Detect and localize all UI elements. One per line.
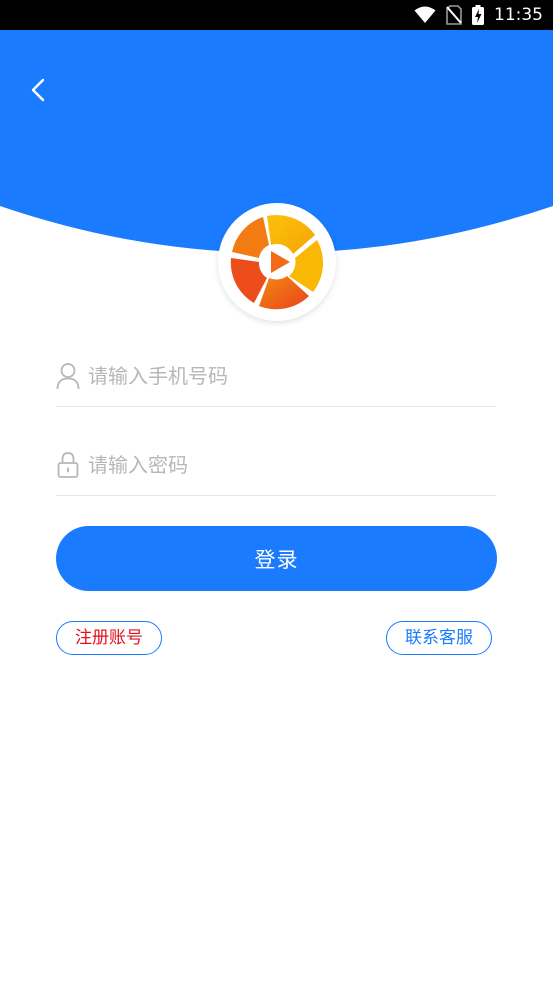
register-account-button[interactable]: 注册账号 bbox=[56, 621, 162, 655]
wifi-icon bbox=[414, 6, 436, 24]
chevron-left-icon bbox=[30, 78, 46, 106]
user-icon bbox=[56, 362, 80, 390]
app-logo bbox=[218, 203, 336, 321]
login-screen: 11:35 请输入手机号码 登录 注册账号 联系客服 bbox=[0, 0, 553, 983]
contact-support-button[interactable]: 联系客服 bbox=[386, 621, 492, 655]
no-sim-icon bbox=[446, 5, 462, 25]
back-button[interactable] bbox=[22, 74, 54, 110]
password-input[interactable] bbox=[88, 445, 488, 485]
status-icons: 11:35 bbox=[414, 0, 543, 30]
status-time: 11:35 bbox=[494, 5, 543, 25]
phone-input[interactable] bbox=[88, 356, 488, 396]
phone-field bbox=[56, 352, 496, 407]
login-button[interactable]: 登录 bbox=[56, 526, 497, 591]
password-field bbox=[56, 441, 496, 496]
status-bar: 11:35 bbox=[0, 0, 553, 30]
battery-charging-icon bbox=[472, 5, 484, 25]
lock-icon bbox=[56, 451, 80, 479]
camera-aperture-play-logo bbox=[229, 214, 325, 310]
